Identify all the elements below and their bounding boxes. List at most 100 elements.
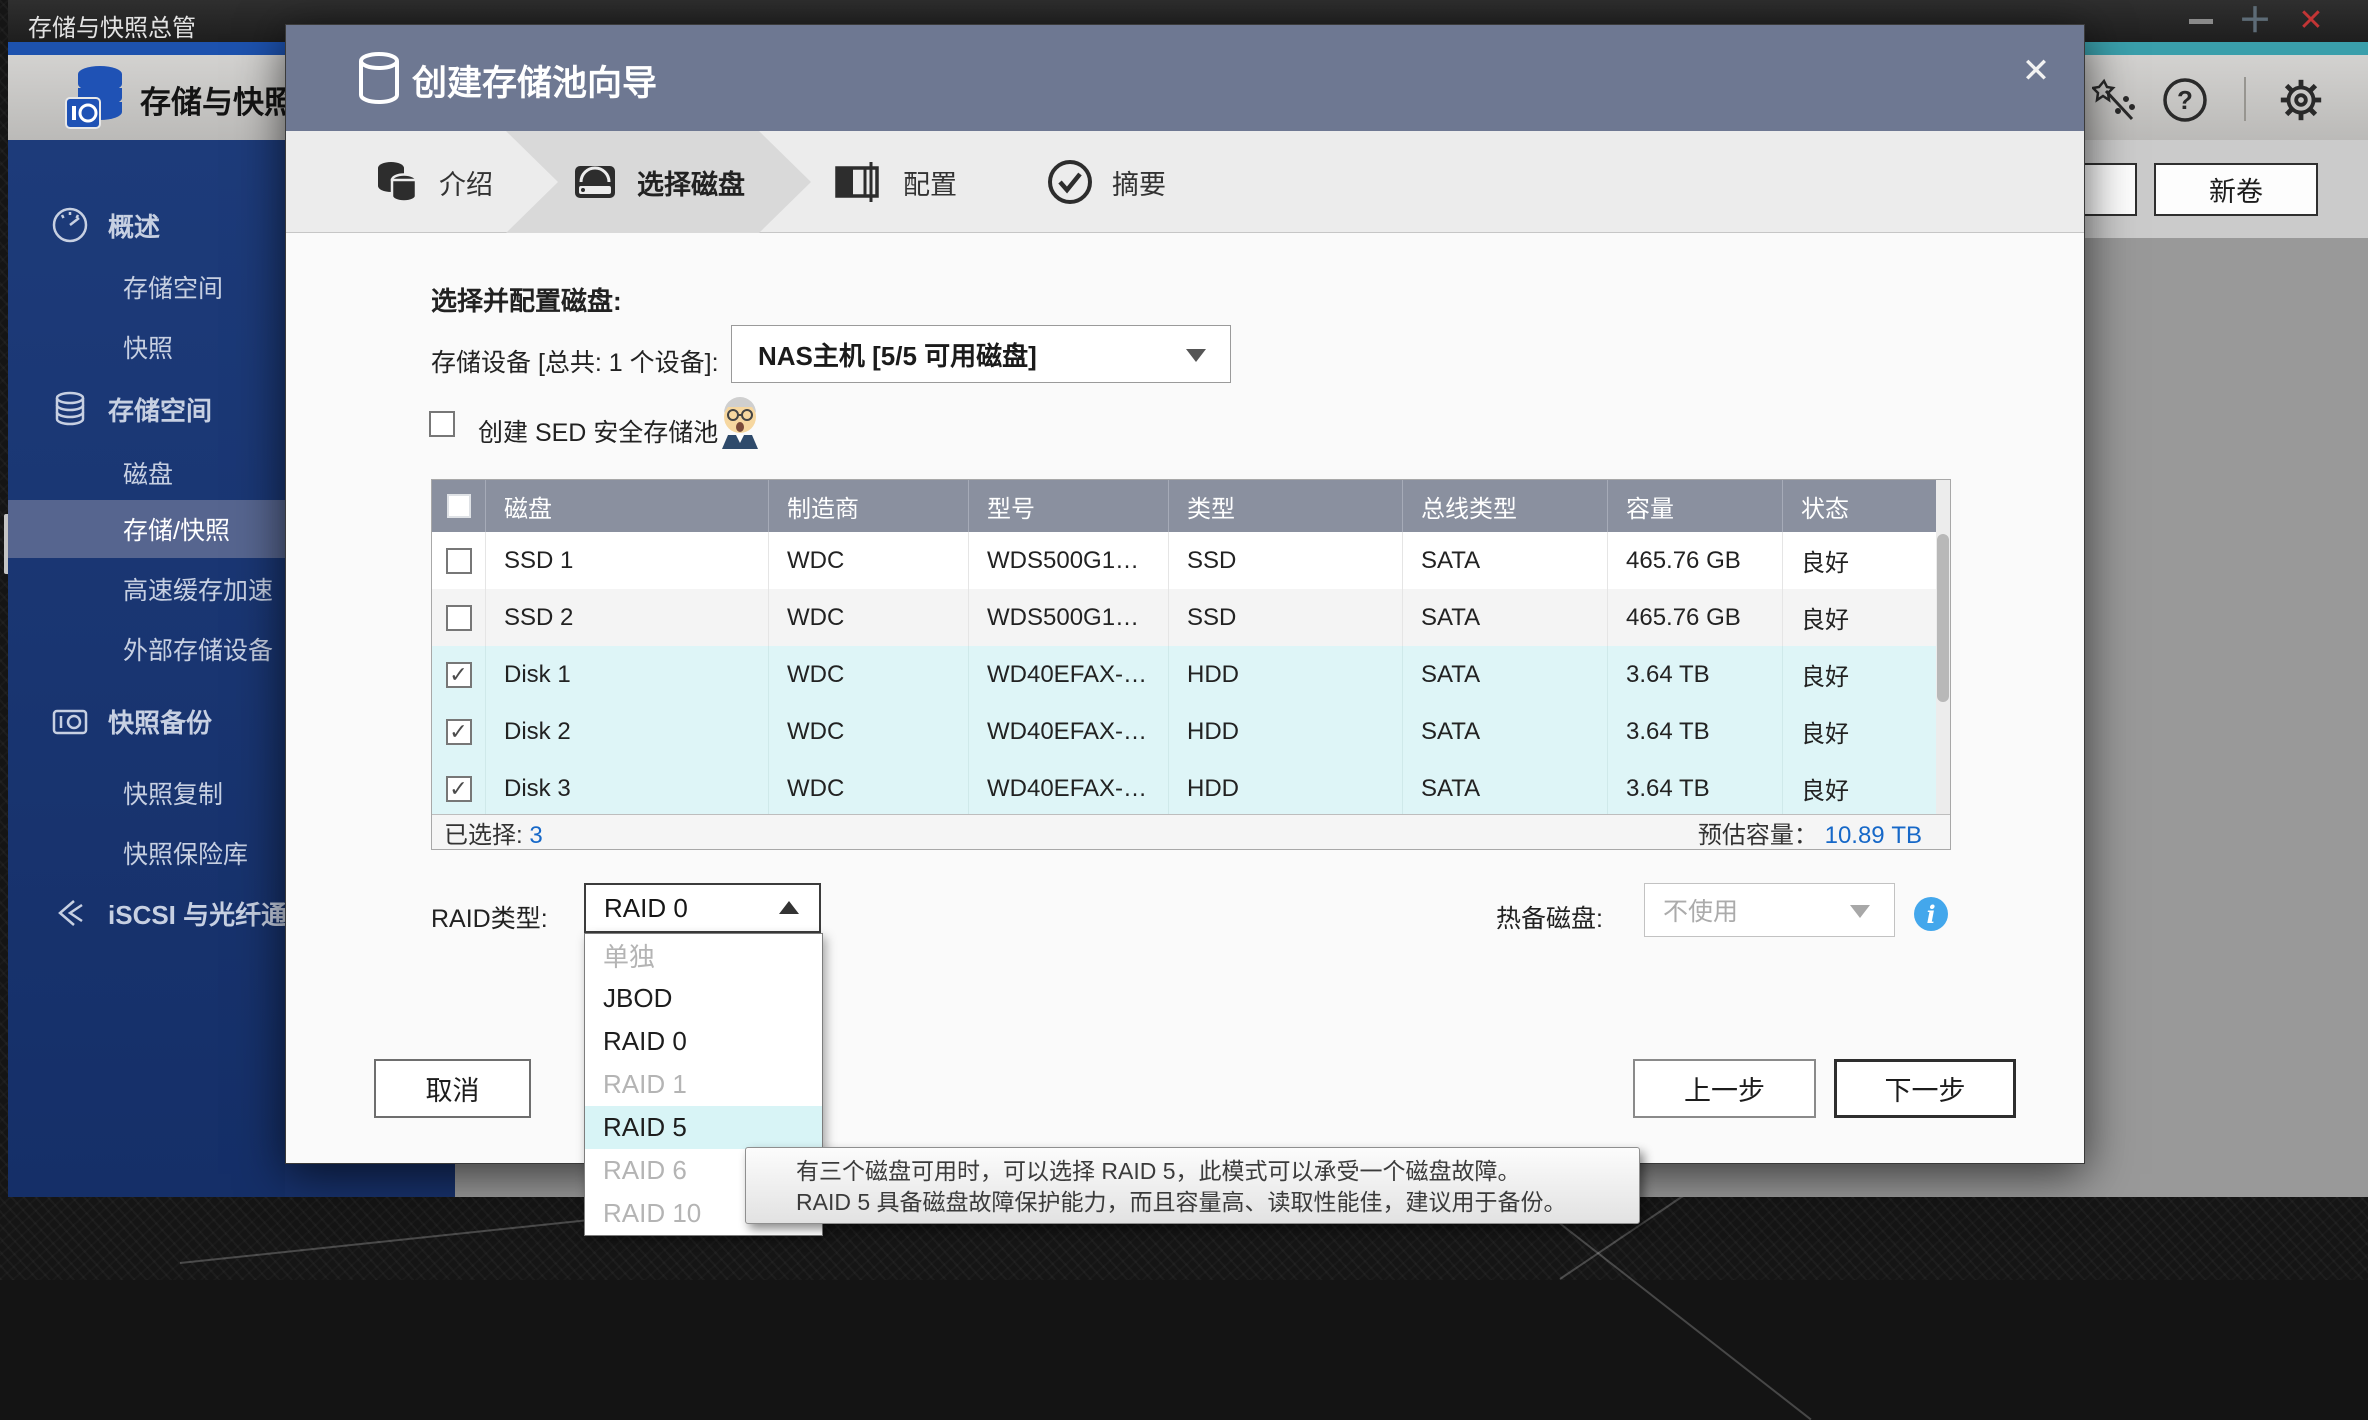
select-all-checkbox[interactable] <box>432 480 486 532</box>
cell-model: WDS500G1… <box>969 589 1169 646</box>
step-summary: 摘要 <box>1044 131 1166 233</box>
cell-model: WD40EFAX-… <box>969 646 1169 703</box>
cell-bus-type: SATA <box>1403 589 1608 646</box>
capacity-label: 预估容量： <box>1697 821 1818 849</box>
cell-manufacturer: WDC <box>769 760 969 817</box>
column-header: 磁盘 <box>486 480 769 532</box>
column-header: 容量 <box>1608 480 1783 532</box>
sidebar-item-label: 存储空间 <box>123 275 224 303</box>
raid5-tooltip: 有三个磁盘可用时，可以选择 RAID 5，此模式可以承受一个磁盘故障。 RAID… <box>745 1147 1640 1224</box>
window-close-button[interactable]: ✕ <box>2294 4 2328 38</box>
storage-pool-icon <box>354 51 404 107</box>
wizard-wand-icon[interactable] <box>2090 75 2140 125</box>
sidebar-item-snapshots[interactable]: 快照 <box>8 322 285 372</box>
help-icon[interactable]: ? <box>2160 75 2210 125</box>
chevron-down-icon <box>1186 349 1206 362</box>
sidebar-item-overview[interactable]: 概述 <box>8 200 285 250</box>
sidebar-item-external-storage[interactable]: 外部存储设备 <box>8 624 285 674</box>
cell-manufacturer: WDC <box>769 532 969 589</box>
camera-icon <box>50 701 90 741</box>
raid-option-raid1: RAID 1 <box>603 1069 687 1099</box>
column-header: 类型 <box>1169 480 1403 532</box>
sed-pool-checkbox[interactable] <box>429 411 455 437</box>
sidebar-item-snapshot-vault[interactable]: 快照保险库 <box>8 828 285 878</box>
cell-model: WD40EFAX-… <box>969 703 1169 760</box>
maximize-icon: ＋ <box>2238 2 2272 40</box>
cell-capacity: 3.64 TB <box>1608 646 1783 703</box>
sidebar-item-iscsi-fc[interactable]: iSCSI 与光纤通道 <box>8 888 285 938</box>
raid-option-raid0[interactable]: RAID 0 <box>585 1020 822 1063</box>
row-checkbox-checked[interactable]: ✓ <box>445 661 472 688</box>
cell-disk: Disk 3 <box>486 760 769 817</box>
pool-cylinders-icon <box>371 156 423 208</box>
settings-gear-icon[interactable] <box>2276 75 2326 125</box>
table-row-ssd2[interactable]: SSD 2 WDC WDS500G1… SSD SATA 465.76 GB 良… <box>432 589 1938 647</box>
raid-type-select[interactable]: RAID 0 <box>584 883 821 933</box>
sidebar-item-storage[interactable]: 存储空间 <box>8 384 285 434</box>
raid-option-raid5[interactable]: RAID 5 <box>585 1106 822 1149</box>
scrollbar-thumb[interactable] <box>1937 534 1949 702</box>
cell-disk: Disk 1 <box>486 646 769 703</box>
sidebar-item-label: 外部存储设备 <box>123 637 274 665</box>
raid-option-jbod[interactable]: JBOD <box>585 977 822 1020</box>
storage-snapshots-app-icon <box>58 60 134 136</box>
column-header: 总线类型 <box>1403 480 1608 532</box>
toolbar-divider <box>2244 77 2246 121</box>
row-checkbox-checked[interactable]: ✓ <box>445 718 472 745</box>
sidebar-item-disks[interactable]: 磁盘 <box>8 448 285 498</box>
selected-count: 3 <box>529 821 543 849</box>
cell-disk: Disk 2 <box>486 703 769 760</box>
cell-capacity: 465.76 GB <box>1608 589 1783 646</box>
gauge-icon <box>50 205 90 245</box>
table-row-ssd1[interactable]: SSD 1 WDC WDS500G1… SSD SATA 465.76 GB 良… <box>432 532 1938 590</box>
table-row-disk3[interactable]: ✓ Disk 3 WDC WD40EFAX-… HDD SATA 3.64 TB… <box>432 760 1938 818</box>
svg-text:?: ? <box>2177 85 2193 115</box>
cell-type: SSD <box>1169 589 1403 646</box>
column-header: 制造商 <box>769 480 969 532</box>
disk-table: 磁盘 制造商 型号 类型 总线类型 容量 状态 SSD 1 WDC WDS500… <box>431 479 1951 850</box>
disk-stack-icon <box>50 389 90 429</box>
cell-manufacturer: WDC <box>769 703 969 760</box>
cancel-button[interactable]: 取消 <box>374 1059 531 1118</box>
cell-status: 良好 <box>1801 664 1849 691</box>
window-maximize-button[interactable]: ＋ <box>2238 4 2272 38</box>
sidebar-item-label: 存储/快照 <box>123 517 230 545</box>
row-checkbox[interactable] <box>445 604 472 631</box>
table-row-disk1[interactable]: ✓ Disk 1 WDC WD40EFAX-… HDD SATA 3.64 TB… <box>432 646 1938 704</box>
table-footer: 已选择: 3 预估容量： 10.89 TB <box>432 814 1950 849</box>
iscsi-icon <box>50 893 90 933</box>
sidebar-nav: 概述 存储空间 快照 存储空间 磁盘 存储/快照 高速缓存加速 外部存储设备 快… <box>8 140 285 1197</box>
window-title: 存储与快照总管 <box>28 15 196 42</box>
sidebar-item-snapshot-replica[interactable]: 快照复制 <box>8 768 285 818</box>
selected-label: 已选择: <box>444 821 523 849</box>
cell-disk: SSD 1 <box>486 532 769 589</box>
chevron-up-icon <box>779 901 799 914</box>
row-checkbox[interactable] <box>445 547 472 574</box>
step-label: 选择磁盘 <box>637 169 745 200</box>
row-checkbox-checked[interactable]: ✓ <box>445 775 472 802</box>
sidebar-item-cache-acceleration[interactable]: 高速缓存加速 <box>8 564 285 614</box>
window-minimize-button[interactable] <box>2184 4 2218 38</box>
raid-type-label: RAID类型: <box>431 905 548 933</box>
sidebar-item-label: 高速缓存加速 <box>123 577 274 605</box>
sidebar-item-snapshot-backup[interactable]: 快照备份 <box>8 696 285 746</box>
chevron-down-icon <box>1850 905 1870 918</box>
next-button[interactable]: 下一步 <box>1834 1059 2016 1118</box>
table-row-disk2[interactable]: ✓ Disk 2 WDC WD40EFAX-… HDD SATA 3.64 TB… <box>432 703 1938 761</box>
cell-type: HDD <box>1169 703 1403 760</box>
table-scrollbar[interactable] <box>1936 480 1950 814</box>
info-icon[interactable]: i <box>1914 897 1948 931</box>
cell-bus-type: SATA <box>1403 760 1608 817</box>
previous-button[interactable]: 上一步 <box>1633 1059 1816 1118</box>
column-header: 型号 <box>969 480 1169 532</box>
dialog-close-button[interactable]: ✕ <box>2014 49 2058 93</box>
cell-status: 良好 <box>1801 778 1849 805</box>
hot-spare-select[interactable]: 不使用 <box>1644 883 1895 937</box>
sidebar-item-storage-snapshots[interactable]: 存储/快照 <box>8 500 285 558</box>
cell-capacity: 465.76 GB <box>1608 532 1783 589</box>
sidebar-item-label: 快照复制 <box>123 781 224 809</box>
sidebar-item-storage-space[interactable]: 存储空间 <box>8 262 285 312</box>
storage-device-select[interactable]: NAS主机 [5/5 可用磁盘] <box>731 325 1231 383</box>
wizard-steps-bar: 介绍 选择磁盘 配置 摘要 <box>286 131 2084 233</box>
new-volume-button[interactable]: 新卷 <box>2154 163 2318 216</box>
